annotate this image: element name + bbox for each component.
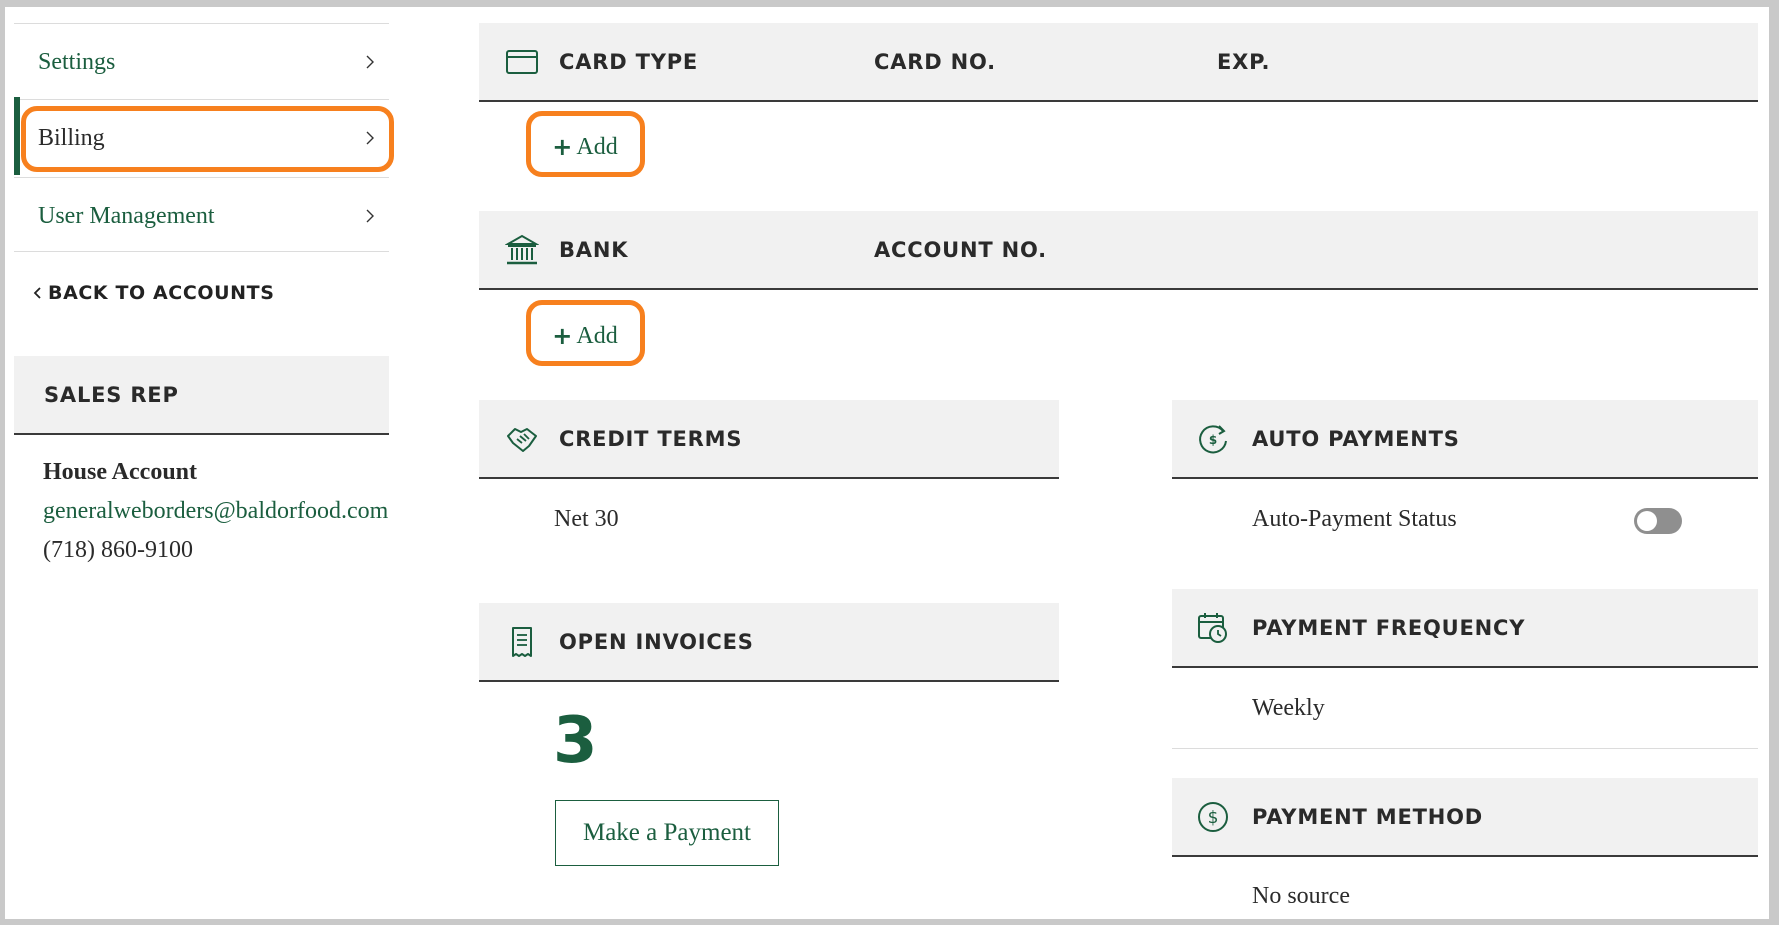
invoice-icon	[512, 627, 532, 657]
sales-rep-phone: (718) 860-9100	[43, 537, 193, 563]
open-invoices-header: OPEN INVOICES	[479, 603, 1059, 682]
sidebar-item-label: Settings	[38, 48, 116, 75]
make-payment-button[interactable]: Make a Payment	[555, 800, 779, 866]
col-account-no: ACCOUNT NO.	[874, 237, 1047, 262]
open-invoices-heading: OPEN INVOICES	[559, 629, 754, 654]
billing-page: Settings Billing User Management BACK TO…	[5, 7, 1769, 919]
payment-method-heading: PAYMENT METHOD	[1252, 804, 1483, 829]
chevron-right-icon	[366, 55, 374, 69]
divider	[14, 99, 389, 100]
handshake-icon	[507, 428, 537, 452]
auto-payment-toggle[interactable]	[1634, 508, 1682, 534]
col-exp: EXP.	[1217, 49, 1271, 74]
payment-frequency-heading: PAYMENT FREQUENCY	[1252, 615, 1526, 640]
credit-terms-header: CREDIT TERMS	[479, 400, 1059, 479]
toggle-knob	[1637, 511, 1657, 531]
open-invoice-count: 3	[553, 704, 598, 778]
payment-frequency-header: PAYMENT FREQUENCY	[1172, 589, 1758, 668]
highlight-ring	[21, 106, 394, 172]
sidebar-item-label: User Management	[38, 202, 215, 229]
sales-rep-header: SALES REP	[14, 356, 389, 435]
auto-payment-status-label: Auto-Payment Status	[1252, 506, 1457, 532]
bank-table-header: BANK ACCOUNT NO.	[479, 211, 1758, 290]
sales-rep-name: House Account	[43, 459, 198, 485]
divider	[14, 177, 389, 178]
sales-rep-email[interactable]: generalweborders@baldorfood.com	[43, 498, 388, 525]
col-bank: BANK	[559, 237, 629, 262]
divider	[14, 251, 389, 252]
svg-text:$: $	[1208, 808, 1219, 828]
sales-rep-heading: SALES REP	[44, 382, 179, 407]
col-card-no: CARD NO.	[874, 49, 996, 74]
col-card-type: CARD TYPE	[559, 49, 699, 74]
divider	[14, 23, 389, 24]
payment-method-header: $ PAYMENT METHOD	[1172, 778, 1758, 857]
auto-payments-heading: AUTO PAYMENTS	[1252, 426, 1460, 451]
credit-terms-value: Net 30	[554, 506, 619, 532]
dollar-circle-icon: $	[1198, 802, 1228, 832]
card-table-header: CARD TYPE CARD NO. EXP.	[479, 23, 1758, 102]
sidebar-item-settings[interactable]: Settings	[14, 25, 389, 99]
back-to-accounts-link[interactable]: BACK TO ACCOUNTS	[32, 282, 275, 304]
sidebar-item-user-management[interactable]: User Management	[14, 179, 389, 253]
payment-method-value: No source	[1252, 883, 1350, 909]
chevron-left-icon	[33, 287, 41, 299]
calendar-clock-icon	[1198, 613, 1227, 643]
divider	[1172, 748, 1758, 749]
auto-payments-header: $ AUTO PAYMENTS	[1172, 400, 1758, 479]
highlight-ring	[526, 300, 645, 366]
credit-card-icon	[506, 50, 538, 74]
recurring-dollar-icon: $	[1199, 425, 1227, 454]
credit-terms-heading: CREDIT TERMS	[559, 426, 743, 451]
highlight-ring	[526, 111, 645, 177]
chevron-right-icon	[366, 209, 374, 223]
payment-frequency-value: Weekly	[1252, 695, 1325, 721]
bank-icon	[505, 234, 539, 265]
svg-text:$: $	[1209, 433, 1217, 447]
